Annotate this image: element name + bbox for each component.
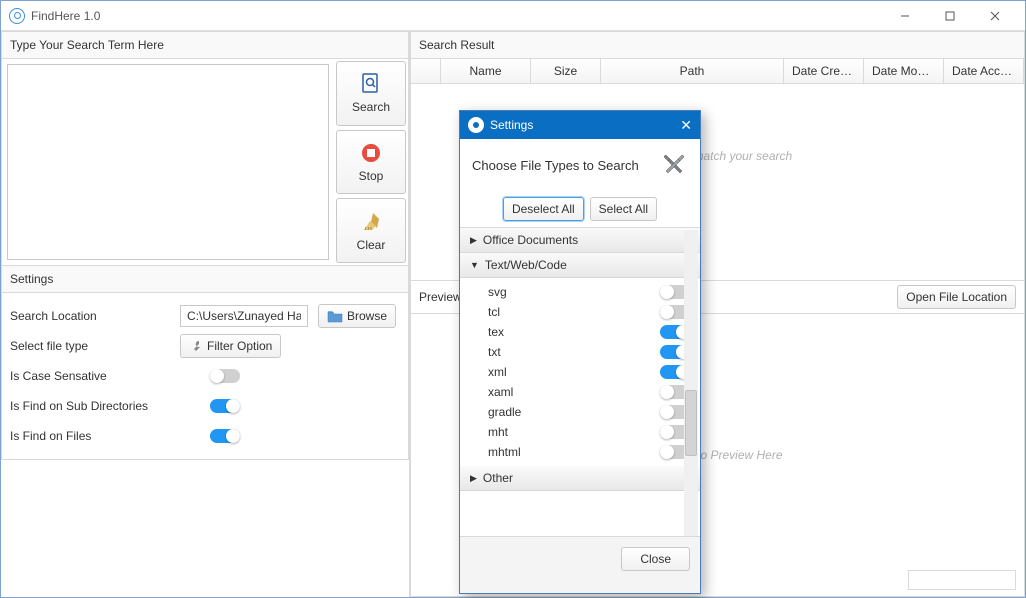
filetype-item-gradle: gradle <box>460 402 700 422</box>
tree-scrollbar[interactable] <box>684 230 698 536</box>
dialog-icon <box>468 117 484 133</box>
filetype-label: svg <box>488 285 660 299</box>
filter-option-label: Filter Option <box>207 339 272 353</box>
left-pane: Type Your Search Term Here Search Stop C… <box>1 31 409 597</box>
settings-label: Settings <box>1 266 409 293</box>
filetype-item-tcl: tcl <box>460 302 700 322</box>
window-title: FindHere 1.0 <box>31 9 100 23</box>
filter-option-button[interactable]: Filter Option <box>180 334 281 358</box>
maximize-button[interactable] <box>927 2 972 30</box>
stop-button[interactable]: Stop <box>336 130 406 195</box>
select-all-button[interactable]: Select All <box>590 197 657 221</box>
filetype-item-svg: svg <box>460 282 700 302</box>
col-name[interactable]: Name <box>441 59 531 83</box>
scrollbar-thumb[interactable] <box>685 390 697 456</box>
browse-label: Browse <box>347 309 387 323</box>
file-type-tree: ▶ Office Documents ▼ Text/Web/Code svg tc… <box>460 227 700 537</box>
dialog-titlebar[interactable]: Settings ✕ <box>460 111 700 139</box>
expanded-icon: ▼ <box>470 260 479 270</box>
status-box <box>908 570 1016 590</box>
category-other-label: Other <box>483 471 513 485</box>
category-office[interactable]: ▶ Office Documents <box>460 228 700 253</box>
titlebar: FindHere 1.0 <box>1 1 1025 31</box>
dialog-close-button[interactable]: Close <box>621 547 690 571</box>
folder-icon <box>327 309 343 323</box>
filetype-label: mht <box>488 425 660 439</box>
filetype-item-xaml: xaml <box>460 382 700 402</box>
col-path[interactable]: Path <box>601 59 784 83</box>
category-other[interactable]: ▶ Other <box>460 466 700 491</box>
find-files-label: Is Find on Files <box>10 429 200 443</box>
case-sensitive-toggle[interactable] <box>210 369 240 383</box>
clear-button[interactable]: Clear <box>336 198 406 263</box>
filetype-item-tex: tex <box>460 322 700 342</box>
search-button-label: Search <box>352 100 390 114</box>
filetype-label: xml <box>488 365 660 379</box>
filetype-item-txt: txt <box>460 342 700 362</box>
collapsed-icon: ▶ <box>470 235 477 246</box>
open-location-button[interactable]: Open File Location <box>897 285 1016 309</box>
settings-dialog: Settings ✕ Choose File Types to Search D… <box>459 110 701 594</box>
filetype-item-mhtml: mhtml <box>460 442 700 462</box>
dialog-close-icon[interactable]: ✕ <box>680 117 692 134</box>
broom-icon <box>359 210 383 234</box>
filetype-item-mht: mht <box>460 422 700 442</box>
filetype-label: tcl <box>488 305 660 319</box>
filetype-label: mhtml <box>488 445 660 459</box>
sub-dirs-toggle[interactable] <box>210 399 240 413</box>
browse-button[interactable]: Browse <box>318 304 396 328</box>
filetype-item-xml: xml <box>460 362 700 382</box>
find-files-toggle[interactable] <box>210 429 240 443</box>
dialog-title: Settings <box>490 118 533 132</box>
tools-icon <box>660 151 688 179</box>
result-label: Search Result <box>410 31 1025 59</box>
filetype-label: tex <box>488 325 660 339</box>
stop-icon <box>359 141 383 165</box>
minimize-button[interactable] <box>882 2 927 30</box>
location-input[interactable] <box>180 305 308 327</box>
col-blank[interactable] <box>411 59 441 83</box>
filetype-label: Select file type <box>10 339 170 353</box>
category-text-label: Text/Web/Code <box>485 258 567 272</box>
search-input[interactable] <box>7 64 329 260</box>
category-text[interactable]: ▼ Text/Web/Code <box>460 253 700 278</box>
search-icon <box>359 72 383 96</box>
col-date-modified[interactable]: Date Modif... <box>864 59 944 83</box>
col-date-created[interactable]: Date Created <box>784 59 864 83</box>
deselect-all-button[interactable]: Deselect All <box>503 197 584 221</box>
close-button[interactable] <box>972 2 1017 30</box>
col-size[interactable]: Size <box>531 59 601 83</box>
col-date-accessed[interactable]: Date Acces... <box>944 59 1024 83</box>
filetype-label: gradle <box>488 405 660 419</box>
wrench-icon <box>189 339 203 353</box>
sub-dirs-label: Is Find on Sub Directories <box>10 399 200 413</box>
stop-button-label: Stop <box>359 169 384 183</box>
clear-button-label: Clear <box>357 238 386 252</box>
collapsed-icon: ▶ <box>470 473 477 484</box>
category-office-label: Office Documents <box>483 233 578 247</box>
dialog-heading: Choose File Types to Search <box>472 158 652 173</box>
search-button[interactable]: Search <box>336 61 406 126</box>
filetype-label: xaml <box>488 385 660 399</box>
case-sensitive-label: Is Case Sensative <box>10 369 200 383</box>
filetype-label: txt <box>488 345 660 359</box>
search-term-label: Type Your Search Term Here <box>1 31 409 59</box>
app-icon <box>9 8 25 24</box>
location-label: Search Location <box>10 309 170 323</box>
